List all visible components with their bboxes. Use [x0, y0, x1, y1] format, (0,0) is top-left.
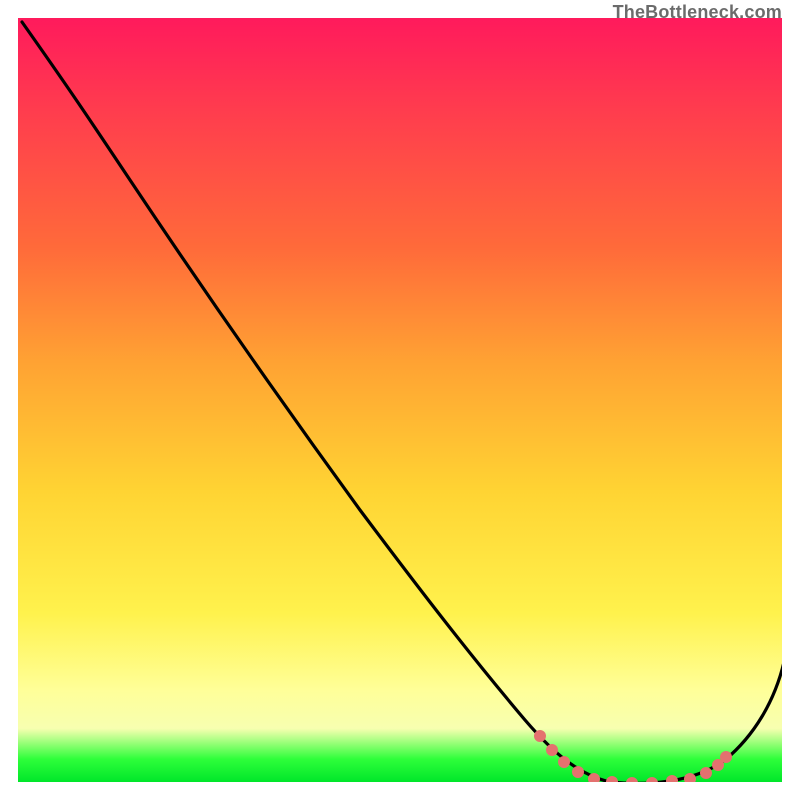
watermark-text: TheBottleneck.com: [613, 2, 782, 23]
chart-gradient-background: [18, 18, 782, 782]
frame-edge-bottom: [0, 782, 800, 800]
chart-stage: TheBottleneck.com: [0, 0, 800, 800]
frame-edge-right: [782, 0, 800, 800]
frame-edge-left: [0, 0, 18, 800]
